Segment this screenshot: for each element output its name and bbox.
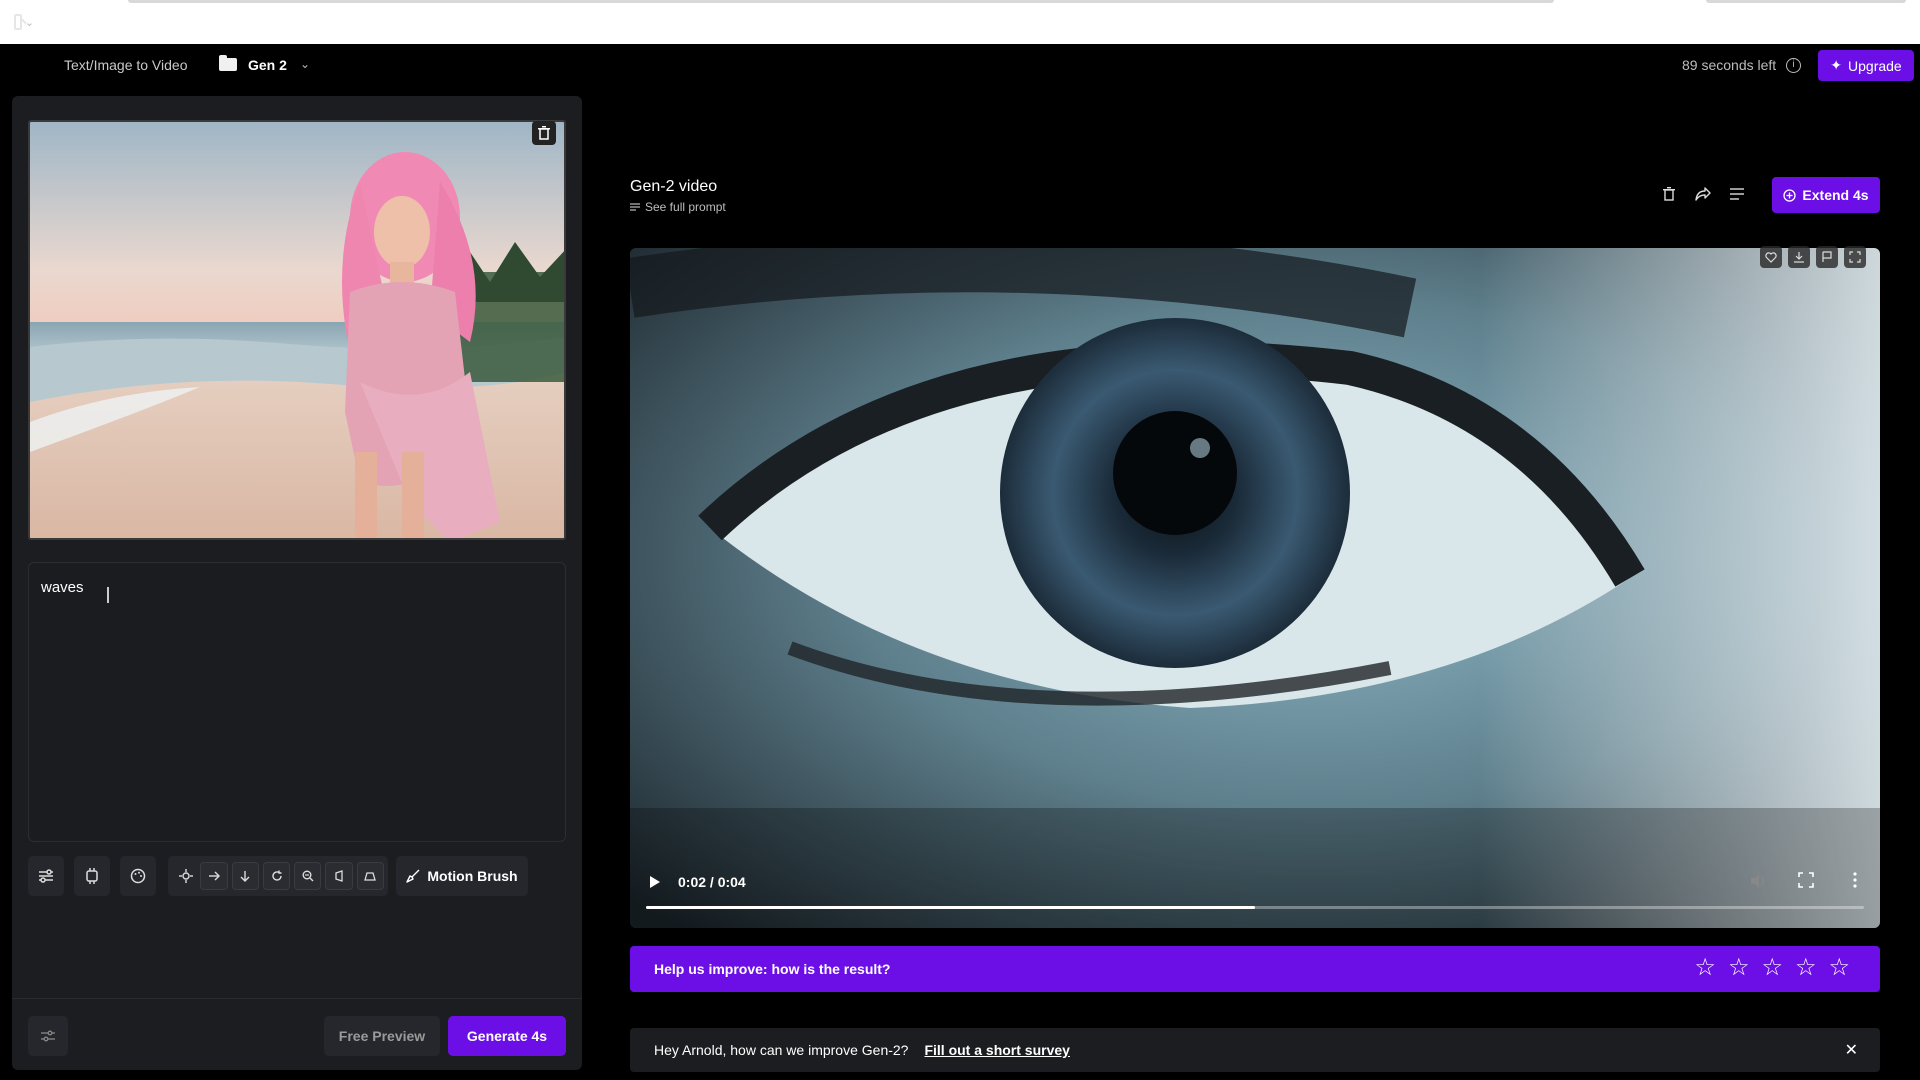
- tilt-icon[interactable]: [325, 862, 353, 890]
- settings-sliders-button[interactable]: [28, 856, 64, 896]
- star-icon-4[interactable]: ☆: [1795, 956, 1817, 980]
- arrow-right-icon[interactable]: [200, 862, 228, 890]
- video-progress-fill: [646, 906, 1255, 909]
- fullscreen-button[interactable]: [1798, 872, 1814, 893]
- survey-link[interactable]: Fill out a short survey: [924, 1042, 1069, 1058]
- beach-image: [30, 122, 564, 538]
- palette-icon: [130, 868, 146, 884]
- zoom-out-icon[interactable]: [294, 862, 322, 890]
- trash-icon: [538, 126, 550, 140]
- roll-icon[interactable]: [356, 862, 384, 890]
- eye-video-frame: [630, 248, 1880, 928]
- survey-banner: Hey Arnold, how can we improve Gen-2? Fi…: [630, 1028, 1880, 1072]
- browser-top-strip: [0, 0, 1920, 44]
- trash-icon: [1663, 187, 1675, 201]
- video-player[interactable]: [630, 248, 1880, 928]
- star-icon-3[interactable]: ☆: [1761, 956, 1783, 980]
- rotate-icon[interactable]: [262, 862, 291, 890]
- download-icon: [1794, 252, 1804, 263]
- prompt-text: waves: [41, 579, 84, 596]
- sliders-icon: [39, 869, 53, 883]
- list-icon: [630, 203, 640, 211]
- favorite-button[interactable]: [1760, 246, 1782, 268]
- extend-label: Extend 4s: [1802, 187, 1869, 203]
- details-button[interactable]: [1727, 184, 1747, 204]
- upgrade-button[interactable]: ✦ Upgrade: [1818, 50, 1914, 81]
- seconds-left: 89 seconds left: [1682, 57, 1777, 73]
- motion-brush-label: Motion Brush: [427, 868, 518, 884]
- video-controls: [630, 862, 1880, 922]
- style-palette-button[interactable]: [120, 856, 156, 896]
- arrow-down-icon[interactable]: [231, 862, 259, 890]
- pan-icon[interactable]: [175, 862, 196, 890]
- prompt-textarea[interactable]: waves: [28, 562, 566, 842]
- rating-stars: ☆ ☆ ☆ ☆ ☆: [1694, 956, 1850, 980]
- fullscreen-tool-button[interactable]: [1844, 246, 1866, 268]
- close-icon[interactable]: ✕: [1845, 1040, 1858, 1060]
- see-full-prompt-link[interactable]: See full prompt: [630, 200, 726, 214]
- video-time: 0:02 / 0:04: [678, 874, 746, 890]
- survey-text: Hey Arnold, how can we improve Gen-2?: [654, 1042, 909, 1058]
- expand-icon: [1849, 251, 1861, 263]
- video-title: Gen-2 video: [630, 178, 718, 195]
- camera-settings-button[interactable]: [74, 856, 110, 896]
- input-image: [28, 120, 566, 540]
- report-button[interactable]: [1816, 246, 1838, 268]
- free-preview-button[interactable]: Free Preview: [324, 1016, 440, 1056]
- camera-motion-group: [168, 856, 388, 896]
- upgrade-label: Upgrade: [1848, 57, 1902, 74]
- play-icon: [650, 876, 660, 888]
- sparkle-icon: ✦: [1830, 57, 1843, 73]
- star-icon-2[interactable]: ☆: [1728, 956, 1750, 980]
- delete-image-button[interactable]: [532, 121, 556, 145]
- browser-toolbar-edge: [1706, 0, 1906, 3]
- generate-button[interactable]: Generate 4s: [448, 1016, 566, 1056]
- clock-plus-icon: [1783, 188, 1797, 202]
- app-logo[interactable]: ⌄: [14, 13, 34, 31]
- volume-icon: [1751, 874, 1765, 888]
- feedback-question: Help us improve: how is the result?: [654, 961, 891, 977]
- volume-button[interactable]: [1750, 873, 1768, 894]
- feedback-bar: Help us improve: how is the result? ☆ ☆ …: [630, 946, 1880, 992]
- video-progress-bar[interactable]: [646, 906, 1864, 909]
- project-name[interactable]: Gen 2: [248, 57, 287, 73]
- star-icon-1[interactable]: ☆: [1694, 956, 1716, 980]
- delete-video-button[interactable]: [1659, 184, 1679, 204]
- fullscreen-icon: [1798, 872, 1814, 888]
- runway-logo-icon: [14, 14, 22, 30]
- flag-icon: [1822, 251, 1832, 262]
- share-icon: [1695, 187, 1711, 201]
- play-button[interactable]: [648, 874, 662, 895]
- folder-icon: [219, 55, 237, 71]
- advanced-settings-button[interactable]: [28, 1016, 68, 1056]
- more-options-button[interactable]: [1852, 872, 1858, 893]
- download-button[interactable]: [1788, 246, 1810, 268]
- frame-icon: [86, 868, 98, 884]
- star-icon-5[interactable]: ☆: [1828, 956, 1850, 980]
- see-full-prompt-label: See full prompt: [645, 200, 726, 214]
- address-bar: [128, 0, 1554, 3]
- info-icon[interactable]: i: [1786, 58, 1801, 73]
- chevron-down-icon[interactable]: ⌄: [300, 57, 310, 71]
- brush-icon: [406, 869, 420, 883]
- breadcrumb-tool[interactable]: Text/Image to Video: [64, 57, 187, 73]
- share-button[interactable]: [1693, 184, 1713, 204]
- heart-icon: [1765, 251, 1777, 263]
- text-cursor-icon: [107, 587, 109, 603]
- motion-brush-button[interactable]: Motion Brush: [396, 856, 528, 896]
- sliders-icon: [41, 1030, 55, 1042]
- list-icon: [1730, 188, 1744, 200]
- extend-button[interactable]: Extend 4s: [1772, 177, 1880, 213]
- more-vertical-icon: [1853, 872, 1857, 888]
